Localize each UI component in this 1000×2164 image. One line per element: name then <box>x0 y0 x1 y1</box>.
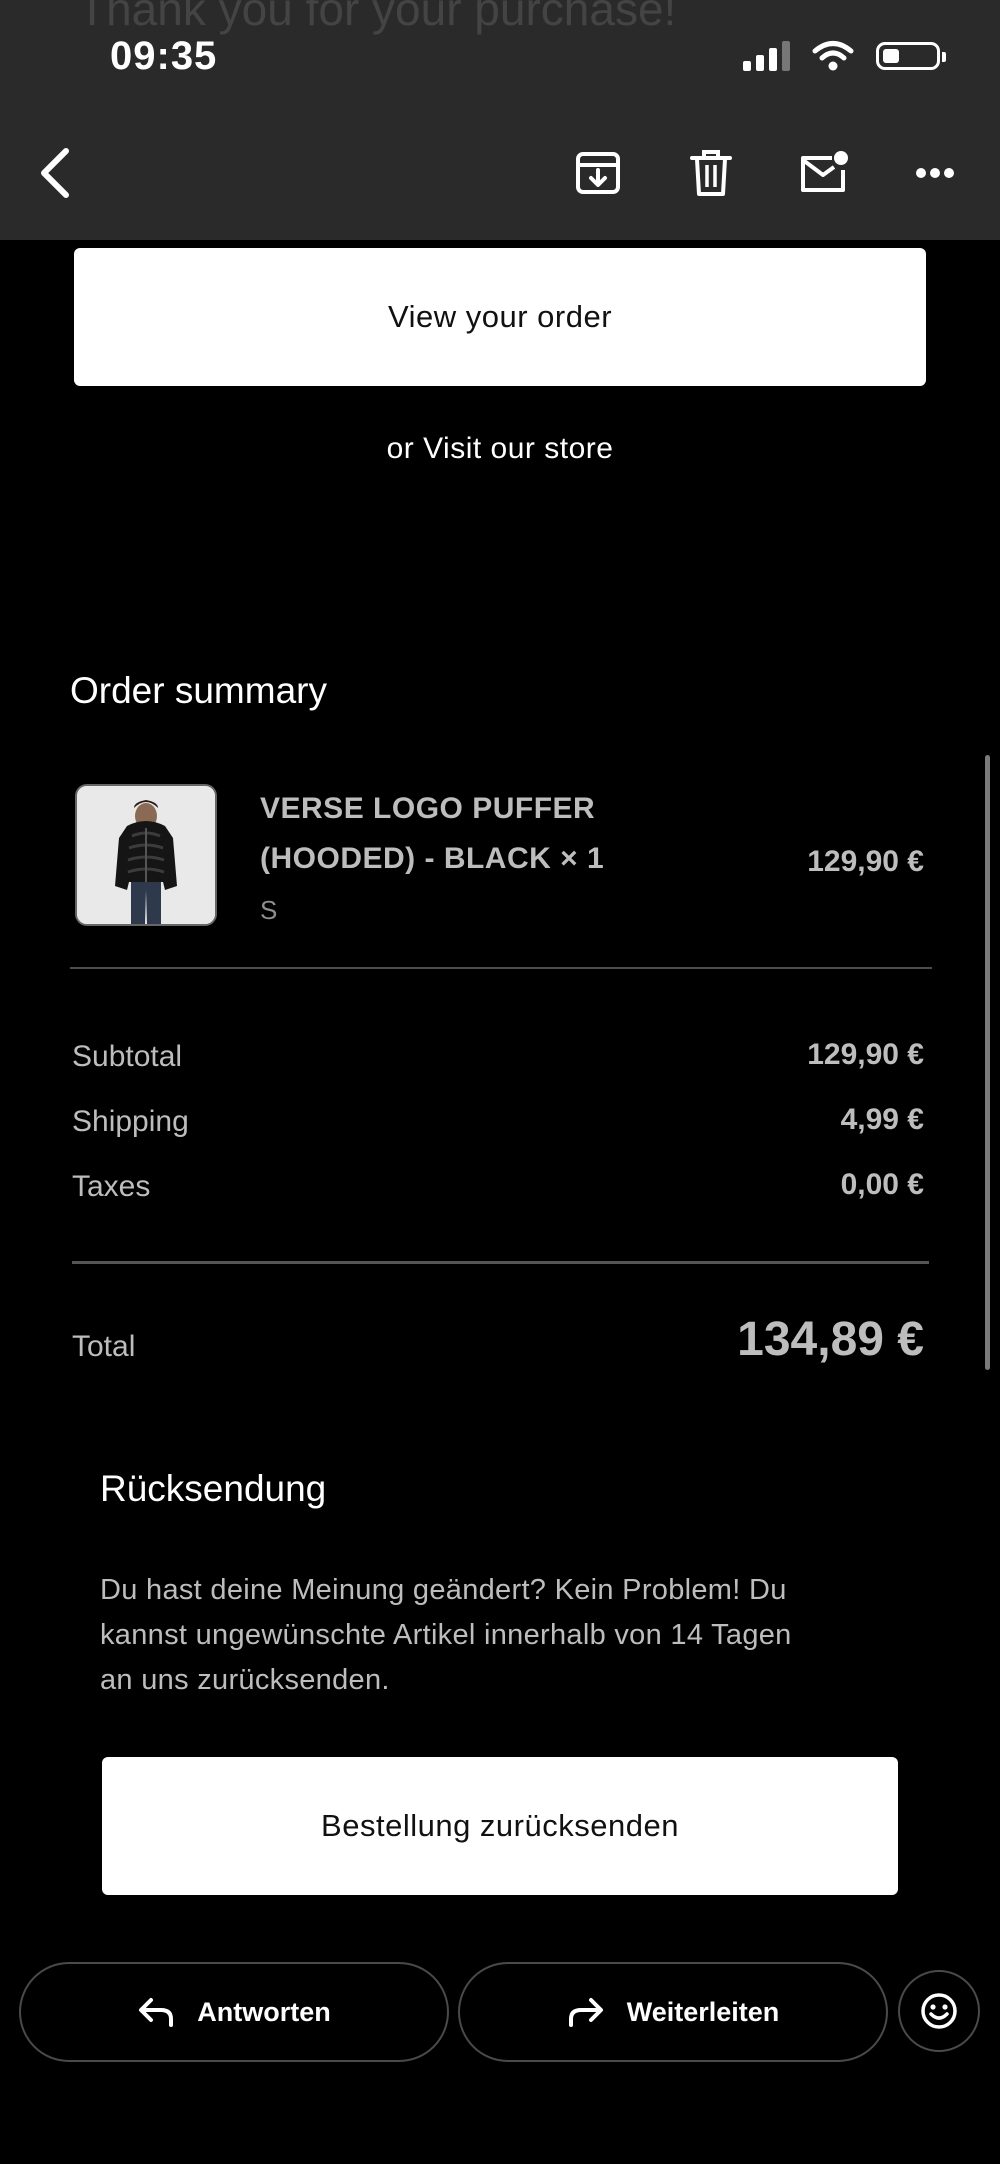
divider <box>70 967 932 969</box>
back-button[interactable] <box>30 148 80 198</box>
product-price: 129,90 € <box>807 845 924 878</box>
return-order-button[interactable]: Bestellung zurücksenden <box>102 1757 898 1895</box>
battery-icon <box>876 42 946 70</box>
product-name-line1: VERSE LOGO PUFFER <box>260 792 596 825</box>
reply-button[interactable]: Antworten <box>19 1962 449 2062</box>
top-bar: Thank you for your purchase! 09:35 <box>0 0 1000 240</box>
total-label: Total <box>72 1330 136 1363</box>
scrollbar[interactable] <box>985 755 990 1370</box>
chevron-left-icon <box>41 148 69 198</box>
emoji-reaction-button[interactable] <box>898 1970 980 2052</box>
divider <box>72 1261 929 1264</box>
shipping-label: Shipping <box>72 1105 189 1138</box>
status-time: 09:35 <box>110 34 218 78</box>
returns-text-line2: kannst ungewünschte Artikel innerhalb vo… <box>100 1619 792 1651</box>
cellular-signal-icon <box>743 41 790 71</box>
subtotal-value: 129,90 € <box>807 1038 924 1071</box>
product-name-line2: (HOODED) - BLACK × 1 <box>260 842 605 875</box>
product-variant: S <box>260 895 278 925</box>
visit-store-link[interactable]: or Visit our store <box>0 432 1000 466</box>
reply-icon <box>139 1998 174 2027</box>
mark-unread-button[interactable] <box>798 148 848 198</box>
shipping-value: 4,99 € <box>840 1103 924 1136</box>
status-icons <box>743 40 946 72</box>
taxes-value: 0,00 € <box>840 1168 924 1201</box>
taxes-label: Taxes <box>72 1170 151 1203</box>
returns-text-line3: an uns zurücksenden. <box>100 1664 390 1696</box>
archive-button[interactable] <box>573 148 623 198</box>
reply-label: Antworten <box>197 1996 331 2027</box>
delete-button[interactable] <box>686 148 736 198</box>
more-button[interactable] <box>910 148 960 198</box>
subtotal-label: Subtotal <box>72 1040 183 1073</box>
puffer-jacket-image <box>77 786 215 924</box>
forward-button[interactable]: Weiterleiten <box>458 1962 888 2062</box>
more-icon <box>916 168 954 178</box>
wifi-icon <box>812 41 854 71</box>
returns-text-line1: Du hast deine Meinung geändert? Kein Pro… <box>100 1574 787 1606</box>
trash-icon <box>690 150 732 196</box>
returns-heading: Rücksendung <box>100 1468 327 1509</box>
forward-label: Weiterleiten <box>626 1996 780 2027</box>
product-thumbnail <box>75 784 217 926</box>
email-subject-ghost: Thank you for your purchase! <box>78 0 677 35</box>
forward-icon <box>568 1998 603 2027</box>
view-order-button[interactable]: View your order <box>74 248 926 386</box>
emoji-icon <box>921 1993 957 2029</box>
order-summary-heading: Order summary <box>70 670 327 711</box>
archive-icon <box>576 152 620 194</box>
total-value: 134,89 € <box>737 1313 924 1366</box>
mail-unread-icon <box>801 151 848 192</box>
